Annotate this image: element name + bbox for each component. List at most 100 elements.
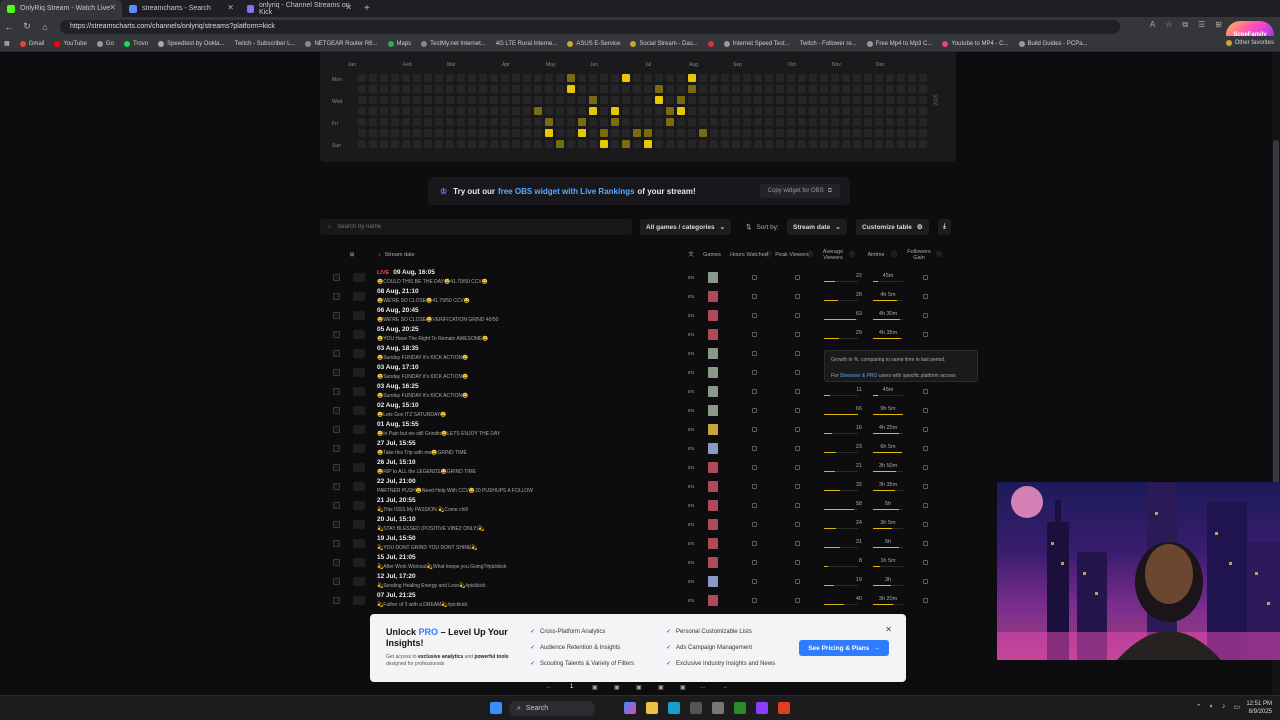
refresh-icon[interactable]: ↻ [18, 21, 36, 32]
heatmap-cell[interactable] [644, 118, 652, 126]
heatmap-cell[interactable] [358, 74, 366, 82]
heatmap-cell[interactable] [908, 140, 916, 148]
heatmap-cell[interactable] [534, 96, 542, 104]
heatmap-cell[interactable] [842, 118, 850, 126]
heatmap-cell[interactable] [589, 74, 597, 82]
table-row[interactable]: 08 Aug, 21:10 😀WE'RE SO CLOSE😀41.79/50 CC… [320, 287, 956, 306]
heatmap-cell[interactable] [732, 140, 740, 148]
volume-icon[interactable]: ♪ [1222, 703, 1226, 711]
heatmap-cell[interactable] [776, 118, 784, 126]
heatmap-cell[interactable] [710, 74, 718, 82]
heatmap-cell[interactable] [611, 96, 619, 104]
heatmap-cell[interactable] [501, 74, 509, 82]
heatmap-cell[interactable] [886, 85, 894, 93]
heatmap-cell[interactable] [765, 85, 773, 93]
heatmap-cell[interactable] [864, 96, 872, 104]
heatmap-cell[interactable] [380, 96, 388, 104]
heatmap-cell[interactable] [380, 140, 388, 148]
info-icon[interactable]: ⓘ [764, 245, 772, 265]
heatmap-cell[interactable] [820, 118, 828, 126]
heatmap-cell[interactable] [512, 107, 520, 115]
heatmap-cell[interactable] [424, 107, 432, 115]
settings-icon[interactable] [712, 702, 724, 714]
heatmap-cell[interactable] [732, 74, 740, 82]
heatmap-cell[interactable] [424, 118, 432, 126]
heatmap-cell[interactable] [512, 74, 520, 82]
heatmap-cell[interactable] [479, 74, 487, 82]
heatmap-cell[interactable] [424, 96, 432, 104]
heatmap-cell[interactable] [567, 129, 575, 137]
heatmap-cell[interactable] [875, 107, 883, 115]
heatmap-cell[interactable] [589, 140, 597, 148]
heatmap-cell[interactable] [787, 74, 795, 82]
heatmap-cell[interactable] [369, 85, 377, 93]
bookmark-item[interactable]: Internet Speed Test... [723, 40, 790, 47]
heatmap-cell[interactable] [534, 74, 542, 82]
heatmap-cell[interactable] [721, 96, 729, 104]
stream-thumbnail[interactable] [353, 596, 365, 605]
heatmap-cell[interactable] [556, 140, 564, 148]
heatmap-cell[interactable] [479, 107, 487, 115]
row-checkbox[interactable] [333, 502, 340, 509]
heatmap-cell[interactable] [435, 74, 443, 82]
heatmap-cell[interactable] [853, 129, 861, 137]
heatmap-cell[interactable] [523, 118, 531, 126]
heatmap-cell[interactable] [677, 96, 685, 104]
heatmap-cell[interactable] [721, 129, 729, 137]
bookmark-item[interactable]: YouTube [54, 40, 87, 47]
heatmap-cell[interactable] [545, 140, 553, 148]
heatmap-cell[interactable] [897, 74, 905, 82]
heatmap-cell[interactable] [490, 118, 498, 126]
heatmap-cell[interactable] [402, 129, 410, 137]
heatmap-cell[interactable] [798, 118, 806, 126]
heatmap-cell[interactable] [732, 118, 740, 126]
table-row[interactable]: 02 Aug, 15:10 😀Lets Gon ITZ SATURDAY😀 EN 66… [320, 401, 956, 420]
heatmap-cell[interactable] [743, 107, 751, 115]
row-checkbox[interactable] [333, 483, 340, 490]
stream-date[interactable]: 02 Aug, 15:10 [377, 402, 419, 409]
heatmap-cell[interactable] [853, 140, 861, 148]
heatmap-cell[interactable] [699, 74, 707, 82]
table-row[interactable]: LIVE 09 Aug, 16:05 😀COULD THIS BE THE DAY😀… [320, 268, 956, 287]
heatmap-cell[interactable] [897, 129, 905, 137]
heatmap-cell[interactable] [633, 129, 641, 137]
heatmap-cell[interactable] [490, 85, 498, 93]
heatmap-cell[interactable] [699, 129, 707, 137]
heatmap-cell[interactable] [490, 96, 498, 104]
heatmap-cell[interactable] [424, 140, 432, 148]
heatmap-cell[interactable] [908, 96, 916, 104]
heatmap-cell[interactable] [831, 85, 839, 93]
bookmark-item[interactable]: Gmail [19, 40, 44, 47]
heatmap-cell[interactable] [633, 85, 641, 93]
heatmap-cell[interactable] [908, 74, 916, 82]
heatmap-cell[interactable] [490, 74, 498, 82]
heatmap-cell[interactable] [545, 85, 553, 93]
heatmap-cell[interactable] [677, 74, 685, 82]
game-cover-icon[interactable] [708, 310, 718, 321]
info-icon[interactable]: ⓘ [890, 245, 898, 265]
stream-date[interactable]: 19 Jul, 15:50 [377, 535, 416, 542]
heatmap-cell[interactable] [424, 129, 432, 137]
heatmap-cell[interactable] [358, 85, 366, 93]
heatmap-cell[interactable] [501, 129, 509, 137]
heatmap-cell[interactable] [468, 118, 476, 126]
heatmap-cell[interactable] [424, 85, 432, 93]
heatmap-cell[interactable] [644, 74, 652, 82]
windows-start-icon[interactable] [490, 702, 502, 714]
heatmap-cell[interactable] [798, 107, 806, 115]
heatmap-cell[interactable] [523, 96, 531, 104]
heatmap-cell[interactable] [479, 85, 487, 93]
info-icon[interactable]: ⓘ [806, 245, 814, 265]
heatmap-cell[interactable] [853, 107, 861, 115]
bookmark-item[interactable]: Build Guides - PCPa... [1018, 40, 1088, 47]
heatmap-cell[interactable] [512, 85, 520, 93]
heatmap-cell[interactable] [831, 140, 839, 148]
heatmap-cell[interactable] [886, 96, 894, 104]
heatmap-cell[interactable] [501, 85, 509, 93]
stream-date[interactable]: LIVE 09 Aug, 16:05 [377, 269, 435, 276]
heatmap-cell[interactable] [776, 74, 784, 82]
heatmap-cell[interactable] [754, 74, 762, 82]
heatmap-cell[interactable] [842, 85, 850, 93]
heatmap-cell[interactable] [688, 118, 696, 126]
heatmap-cell[interactable] [644, 96, 652, 104]
